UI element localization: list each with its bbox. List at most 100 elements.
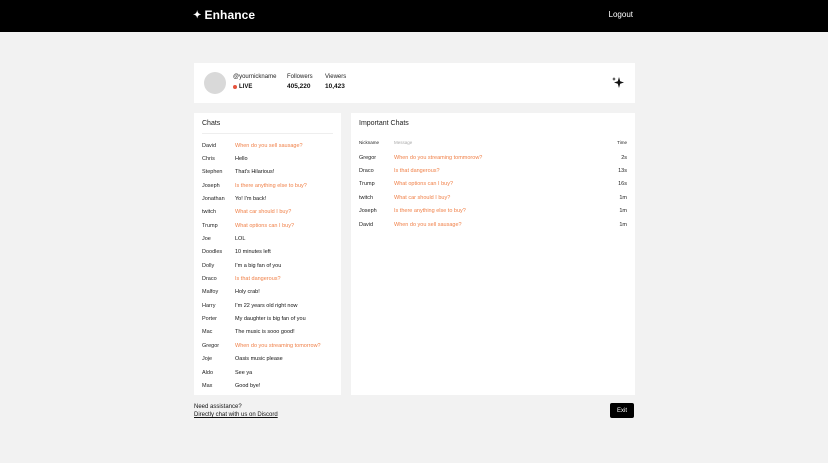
important-chat-nickname: David — [359, 221, 374, 228]
important-chat-list: Gregor When do you streaming tommorow? 2s D… — [359, 151, 627, 231]
col-message-header: Message — [394, 140, 413, 145]
chat-nickname: Stephen — [202, 169, 223, 176]
avatar — [204, 72, 226, 94]
chat-message: Oasis music please — [235, 356, 283, 363]
important-chat-message: What car should I buy? — [394, 194, 451, 201]
important-chat-message: What options can I buy? — [394, 181, 454, 188]
brand-logo[interactable]: ✦ Enhance — [193, 8, 255, 22]
chat-row[interactable]: Chris Hello — [202, 152, 338, 165]
chat-nickname: Dolly — [202, 262, 215, 269]
chat-message: When do you sell sausage? — [235, 142, 303, 149]
chat-row[interactable]: Stephen That's Hilarious! — [202, 166, 338, 179]
chat-nickname: Malfoy — [202, 289, 219, 296]
chat-nickname: Aldo — [202, 369, 214, 376]
chat-message: Yo! I'm back! — [235, 196, 267, 203]
important-chat-message: When do you streaming tommorow? — [394, 154, 483, 161]
chat-message: That's Hilarious! — [235, 169, 275, 176]
chat-row[interactable]: Mac The music is sooo good! — [202, 326, 338, 339]
chat-nickname: Porter — [202, 316, 217, 323]
chat-message: See ya — [235, 369, 253, 376]
viewers-value: 10,423 — [325, 83, 345, 90]
important-chats-panel: Important Chats Nickname Message Time Gr… — [351, 113, 635, 395]
chat-row[interactable]: David When do you sell sausage? — [202, 139, 338, 152]
chat-row[interactable]: Joe LOL — [202, 232, 338, 245]
chat-nickname: Harry — [202, 302, 216, 309]
chat-nickname: Joje — [202, 356, 213, 363]
chat-message: Hello — [235, 156, 248, 163]
important-chat-row[interactable]: Joseph Is there anything else to buy? 1m — [359, 205, 627, 218]
important-chats-header: Nickname Message Time — [359, 140, 627, 145]
important-chats-title: Important Chats — [359, 120, 409, 127]
followers-label: Followers — [287, 74, 313, 80]
chat-row[interactable]: Doodles 10 minutes left — [202, 246, 338, 259]
chat-row[interactable]: Max Good bye! — [202, 379, 338, 392]
chat-nickname: Mac — [202, 329, 213, 336]
followers-value: 405,220 — [287, 83, 311, 90]
chat-list: David When do you sell sausage? Chris Hello… — [202, 139, 338, 393]
followers-stat: Followers 405,220 — [287, 74, 313, 90]
profile-card: @yournickname LIVE Followers 405,220 Vie… — [194, 63, 635, 103]
important-chat-time: 1m — [619, 194, 627, 201]
discord-link[interactable]: Directly chat with us on Discord — [194, 411, 278, 419]
live-label: LIVE — [239, 84, 253, 90]
exit-button[interactable]: Exit — [610, 403, 634, 418]
chats-panel: Chats David When do you sell sausage? Chri… — [194, 113, 341, 395]
important-chat-message: Is that dangerous? — [394, 168, 440, 175]
chat-message: Is that dangerous? — [235, 276, 281, 283]
chat-row[interactable]: Draco Is that dangerous? — [202, 272, 338, 285]
user-handle: @yournickname — [233, 74, 277, 80]
brand-name: Enhance — [204, 8, 256, 22]
live-status: LIVE — [233, 84, 252, 90]
live-dot-icon — [233, 85, 237, 89]
chat-nickname: David — [202, 142, 217, 149]
important-chat-message: Is there anything else to buy? — [394, 208, 466, 215]
chat-row[interactable]: Joje Oasis music please — [202, 353, 338, 366]
important-chat-row[interactable]: Trump What options can I buy? 16s — [359, 178, 627, 191]
chat-row[interactable]: Aldo See ya — [202, 366, 338, 379]
chat-nickname: Joseph — [202, 182, 220, 189]
chat-row[interactable]: Dolly I'm a big fan of you — [202, 259, 338, 272]
help-section: Need assistance? Directly chat with us o… — [194, 403, 278, 419]
important-chat-time: 1m — [619, 208, 627, 215]
important-chat-time: 13s — [618, 168, 627, 175]
chats-title: Chats — [202, 120, 221, 127]
chat-row[interactable]: twitch What car should I buy? — [202, 206, 338, 219]
chat-row[interactable]: Joseph Is there anything else to buy? — [202, 179, 338, 192]
important-chat-time: 2s — [621, 154, 627, 161]
chat-nickname: Draco — [202, 276, 217, 283]
chat-message: I'm a big fan of you — [235, 262, 282, 269]
chat-message: Is there anything else to buy? — [235, 182, 307, 189]
chat-message: The music is sooo good! — [235, 329, 295, 336]
important-chat-nickname: twitch — [359, 194, 374, 201]
chat-row[interactable]: Trump What options can I buy? — [202, 219, 338, 232]
chat-row[interactable]: Harry I'm 22 years old right now — [202, 299, 338, 312]
col-nickname-header: Nickname — [359, 140, 380, 145]
chat-message: LOL — [235, 236, 246, 243]
chat-row[interactable]: Malfoy Holy crab! — [202, 286, 338, 299]
sparkle-icon[interactable] — [611, 76, 625, 90]
important-chat-time: 1m — [619, 221, 627, 228]
top-bar: ✦ Enhance Logout — [0, 0, 828, 32]
chat-nickname: Joe — [202, 236, 211, 243]
important-chat-message: When do you sell sausage? — [394, 221, 462, 228]
chat-nickname: twitch — [202, 209, 217, 216]
chat-message: I'm 22 years old right now — [235, 302, 298, 309]
chat-nickname: Trump — [202, 222, 218, 229]
chat-message: When do you streaming tomorrow? — [235, 342, 321, 349]
chat-nickname: Chris — [202, 156, 215, 163]
chat-message: Holy crab! — [235, 289, 260, 296]
chat-row[interactable]: Gregor When do you streaming tomorrow? — [202, 339, 338, 352]
important-chat-row[interactable]: David When do you sell sausage? 1m — [359, 218, 627, 231]
chat-row[interactable]: Porter My daughter is big fan of you — [202, 312, 338, 325]
important-chat-row[interactable]: Draco Is that dangerous? 13s — [359, 164, 627, 177]
important-chat-nickname: Joseph — [359, 208, 377, 215]
viewers-label: Viewers — [325, 74, 347, 80]
important-chat-row[interactable]: Gregor When do you streaming tommorow? 2s — [359, 151, 627, 164]
important-chat-row[interactable]: twitch What car should I buy? 1m — [359, 191, 627, 204]
chat-nickname: Gregor — [202, 342, 220, 349]
logout-button[interactable]: Logout — [609, 10, 633, 19]
chat-nickname: Max — [202, 382, 213, 389]
important-chat-nickname: Trump — [359, 181, 375, 188]
col-time-header: Time — [617, 140, 627, 145]
chat-row[interactable]: Jonathan Yo! I'm back! — [202, 192, 338, 205]
